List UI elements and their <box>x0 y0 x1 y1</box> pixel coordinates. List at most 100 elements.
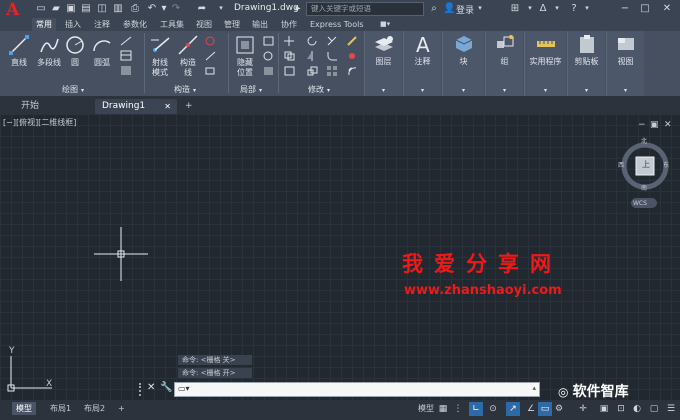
block-dropdown-icon[interactable]: ▾ <box>443 87 484 94</box>
annotation-panel[interactable]: A 注释 ▾ <box>403 31 441 96</box>
customize-icon[interactable]: 🔧 <box>160 382 172 393</box>
arc-tool[interactable]: 圆弧 <box>90 34 114 68</box>
part-panel-title[interactable]: 局部 ▾ <box>240 84 262 95</box>
snap-icon[interactable]: ⋮ <box>451 402 465 416</box>
divide-icon[interactable] <box>204 50 217 62</box>
layers-panel[interactable]: 图层 ▾ <box>364 31 402 96</box>
command-prompt-icon[interactable]: ▭▾ <box>178 384 190 393</box>
units-icon[interactable]: ⊡ <box>614 402 628 416</box>
array-icon[interactable] <box>326 65 339 77</box>
polar-icon[interactable]: ⊙ <box>486 402 500 416</box>
trim-icon[interactable] <box>326 35 339 47</box>
clipboard-tool[interactable]: 剪贴板 <box>568 33 605 67</box>
line-tool[interactable]: 直线 <box>6 34 32 68</box>
cart-icon[interactable]: ⊞ <box>509 3 521 14</box>
compass-west[interactable]: 西 <box>618 160 624 169</box>
undo-icon[interactable]: ↶ <box>146 3 158 14</box>
close-tab-icon[interactable]: ✕ <box>164 99 171 114</box>
annotation-scale-icon[interactable]: ⚙ <box>552 402 566 416</box>
clean-screen-icon[interactable]: ▢ <box>647 402 661 416</box>
annotation-dropdown-icon[interactable]: ▾ <box>404 87 441 94</box>
command-input[interactable]: ▭▾ ▴ <box>174 382 540 397</box>
tab-overflow-icon[interactable]: ■▾ <box>376 18 394 31</box>
autodesk-a360-icon[interactable]: Δ <box>537 3 549 14</box>
copy-icon[interactable] <box>283 50 296 62</box>
tab-annotate[interactable]: 注释 <box>90 18 114 31</box>
erase-icon[interactable] <box>346 35 359 47</box>
customize-menu-icon[interactable]: ☰ <box>664 402 678 416</box>
search-input[interactable]: 键入关键字或短语 <box>306 2 424 16</box>
block-panel[interactable]: 块 ▾ <box>442 31 484 96</box>
autocad-logo[interactable]: A <box>6 1 24 19</box>
open-file-icon[interactable]: ▰ <box>50 3 62 14</box>
tab-collaborate[interactable]: 协作 <box>277 18 301 31</box>
rotate-icon[interactable] <box>306 35 319 47</box>
new-tab-button[interactable]: + <box>182 99 198 114</box>
utilities-tool[interactable]: 实用程序 <box>525 33 566 67</box>
grid-icon[interactable]: ▦ <box>436 402 450 416</box>
undo-dropdown-icon[interactable]: ▾ <box>158 3 170 14</box>
view-tool[interactable]: 视图 <box>607 33 644 67</box>
construct-panel-title[interactable]: 构造 ▾ <box>174 84 196 95</box>
login-dropdown-icon[interactable]: ▾ <box>474 3 486 14</box>
viewport-restore-icon[interactable]: ▣ <box>650 120 659 130</box>
help-dropdown-icon[interactable]: ▾ <box>581 3 593 14</box>
hatch-icon[interactable] <box>120 50 133 62</box>
offset-icon[interactable] <box>346 65 359 77</box>
annotation-tool[interactable]: A 注释 <box>404 33 441 67</box>
clipboard-dropdown-icon[interactable]: ▾ <box>568 87 605 94</box>
login-button[interactable]: 登录 <box>456 3 474 16</box>
osnap-icon[interactable]: ↗ <box>506 402 520 416</box>
viewport-label[interactable]: [−][俯视][二维线框] <box>3 117 76 128</box>
layer-icon[interactable] <box>262 35 275 47</box>
ortho-icon[interactable]: ∟ <box>469 402 483 416</box>
drawing-canvas[interactable]: [−][俯视][二维线框] − ▣ ✕ 北 南 东 西 上 WCS Y X 命令… <box>0 114 680 400</box>
wcs-menu[interactable]: WCS <box>633 200 647 207</box>
utilities-panel[interactable]: 实用程序 ▾ <box>524 31 566 96</box>
cart-dropdown-icon[interactable]: ▾ <box>524 3 536 14</box>
tab-start[interactable]: 开始 <box>14 99 92 114</box>
viewcube-top-face[interactable]: 上 <box>642 159 650 170</box>
polyline-tool[interactable]: 多段线 <box>34 34 64 68</box>
move-icon[interactable] <box>283 35 296 47</box>
group-dropdown-icon[interactable]: ▾ <box>486 87 523 94</box>
circle-tool[interactable]: 圆 <box>64 34 86 68</box>
add-layout-button[interactable]: + <box>114 402 129 415</box>
layers-tool[interactable]: 图层 <box>365 33 402 67</box>
new-file-icon[interactable]: ▭ <box>35 3 47 14</box>
isodraft-icon[interactable]: ∠ <box>524 402 538 416</box>
search-icon[interactable]: ⌕ <box>428 3 440 14</box>
compass-east[interactable]: 东 <box>663 160 669 169</box>
hide-position-tool[interactable]: 隐藏 位置 <box>232 34 258 78</box>
viewport-minimize-icon[interactable]: − <box>638 120 646 130</box>
gear-icon[interactable] <box>262 50 275 62</box>
utilities-dropdown-icon[interactable]: ▾ <box>525 87 566 94</box>
tab-insert[interactable]: 插入 <box>61 18 85 31</box>
annotation-monitor-icon[interactable]: ▣ <box>597 402 611 416</box>
block-tool[interactable]: 块 <box>443 33 484 67</box>
close-command-icon[interactable]: ✕ <box>147 382 155 393</box>
construction-line-tool[interactable]: 构造 线 <box>176 34 200 78</box>
tab-express-tools[interactable]: Express Tools <box>306 18 368 31</box>
measure-icon[interactable] <box>204 65 217 77</box>
layout-tab-2[interactable]: 布局2 <box>80 402 109 415</box>
layout-tab-1[interactable]: 布局1 <box>46 402 75 415</box>
maximize-icon[interactable]: □ <box>638 2 652 16</box>
stretch-icon[interactable] <box>283 65 296 77</box>
share-icon[interactable]: ➦ <box>196 3 208 14</box>
modify-panel-title[interactable]: 修改 ▾ <box>308 84 330 95</box>
rectangle-icon[interactable] <box>120 35 133 47</box>
gradient-icon[interactable] <box>120 65 133 77</box>
tab-parametric[interactable]: 参数化 <box>119 18 151 31</box>
compass-south[interactable]: 南 <box>641 183 647 192</box>
group-panel[interactable]: 组 ▾ <box>485 31 523 96</box>
compass-north[interactable]: 北 <box>641 136 647 145</box>
web-mobile-icon[interactable]: ◫ <box>96 3 108 14</box>
user-icon[interactable]: 👤 <box>443 3 455 14</box>
point-icon[interactable] <box>204 35 217 47</box>
a360-dropdown-icon[interactable]: ▾ <box>551 3 563 14</box>
help-icon[interactable]: ? <box>568 3 580 14</box>
tab-view[interactable]: 视图 <box>192 18 216 31</box>
print-icon[interactable]: ⎙ <box>129 3 141 14</box>
tab-home[interactable]: 常用 <box>32 18 56 31</box>
